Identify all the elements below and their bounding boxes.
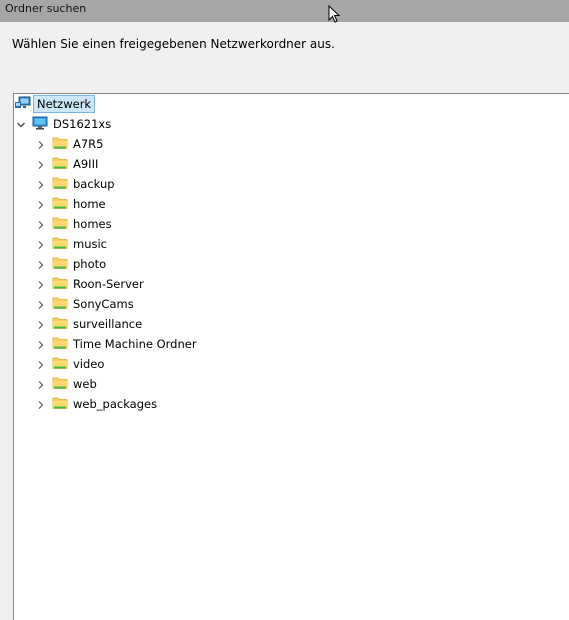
chevron-right-icon[interactable] [36, 299, 46, 309]
tree-node-folder-label: music [73, 237, 108, 251]
tree-node-folder-label: photo [73, 257, 107, 271]
chevron-right-icon[interactable] [36, 379, 46, 389]
folder-icon [52, 196, 68, 213]
tree-node-folder[interactable]: web [36, 374, 97, 394]
tree-node-network-label: Netzwerk [33, 95, 96, 113]
tree-node-folder[interactable]: photo [36, 254, 106, 274]
chevron-right-icon[interactable] [36, 259, 46, 269]
folder-icon [52, 356, 68, 373]
tree-node-folder[interactable]: web_packages [36, 394, 157, 414]
chevron-right-icon[interactable] [36, 339, 46, 349]
mouse-cursor-icon [328, 4, 341, 28]
chevron-right-icon[interactable] [36, 239, 46, 249]
folder-icon [52, 236, 68, 253]
tree-node-folder[interactable]: music [36, 234, 107, 254]
tree-node-folder-label: A7R5 [73, 137, 104, 151]
window-title: Ordner suchen [5, 2, 87, 15]
title-bar[interactable]: Ordner suchen [0, 0, 569, 22]
chevron-right-icon[interactable] [36, 399, 46, 409]
tree-node-folder[interactable]: video [36, 354, 104, 374]
folder-icon [52, 336, 68, 353]
folder-icon [52, 396, 68, 413]
tree-node-folder[interactable]: SonyCams [36, 294, 134, 314]
tree-node-folder-label: Roon-Server [73, 277, 144, 291]
tree-node-folder-label: video [73, 357, 105, 371]
tree-node-folder[interactable]: Time Machine Ordner [36, 334, 197, 354]
chevron-right-icon[interactable] [36, 139, 46, 149]
chevron-right-icon[interactable] [36, 359, 46, 369]
chevron-right-icon[interactable] [36, 179, 46, 189]
folder-icon [52, 276, 68, 293]
folder-icon [52, 176, 68, 193]
tree-node-folder[interactable]: homes [36, 214, 112, 234]
chevron-right-icon[interactable] [36, 279, 46, 289]
tree-node-folder-label: web_packages [73, 397, 158, 411]
tree-node-host-label: DS1621xs [53, 117, 112, 131]
tree-node-folder-label: Time Machine Ordner [73, 337, 197, 351]
computer-icon [32, 116, 48, 133]
chevron-right-icon[interactable] [36, 319, 46, 329]
tree-node-folder[interactable]: Roon-Server [36, 274, 144, 294]
chevron-right-icon[interactable] [36, 219, 46, 229]
folder-icon [52, 156, 68, 173]
tree-node-folder-label: SonyCams [73, 297, 134, 311]
tree-node-folder-label: home [73, 197, 106, 211]
tree-node-folder[interactable]: home [36, 194, 106, 214]
network-icon [14, 96, 31, 113]
tree-node-folder-label: web [73, 377, 97, 391]
tree-node-folder-label: homes [73, 217, 112, 231]
folder-tree[interactable]: Netzwerk DS1621xs A7R5 A9III backup home hom… [13, 93, 569, 620]
tree-node-host[interactable]: DS1621xs [16, 114, 111, 134]
folder-icon [52, 316, 68, 333]
folder-icon [52, 376, 68, 393]
tree-node-folder[interactable]: A9III [36, 154, 98, 174]
tree-node-folder[interactable]: A7R5 [36, 134, 104, 154]
tree-node-folder-label: surveillance [73, 317, 143, 331]
tree-node-folder[interactable]: backup [36, 174, 115, 194]
instruction-text: Wählen Sie einen freigegebenen Netzwerko… [12, 37, 335, 51]
tree-node-folder[interactable]: surveillance [36, 314, 142, 334]
folder-icon [52, 296, 68, 313]
folder-icon [52, 256, 68, 273]
folder-icon [52, 136, 68, 153]
tree-node-folder-label: A9III [73, 157, 99, 171]
chevron-right-icon[interactable] [36, 159, 46, 169]
folder-icon [52, 216, 68, 233]
chevron-right-icon[interactable] [36, 199, 46, 209]
folder-browse-dialog: Ordner suchen Wählen Sie einen freigegeb… [0, 0, 569, 620]
tree-node-network[interactable]: Netzwerk [14, 94, 96, 114]
chevron-down-icon[interactable] [16, 119, 26, 129]
tree-node-folder-label: backup [73, 177, 115, 191]
